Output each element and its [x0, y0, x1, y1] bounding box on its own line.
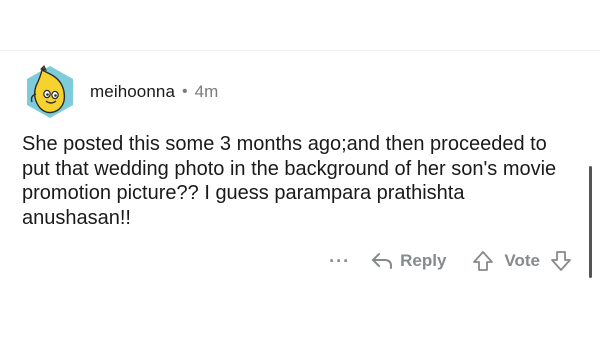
top-divider	[0, 50, 600, 51]
more-options-button[interactable]: ···	[329, 251, 350, 272]
vote-label: Vote	[504, 251, 540, 270]
reply-arrow-icon	[372, 253, 393, 269]
avatar[interactable]	[22, 64, 78, 120]
reply-label: Reply	[400, 251, 447, 270]
scrollbar[interactable]	[589, 166, 592, 278]
downvote-arrow-icon	[551, 251, 571, 271]
timestamp: 4m	[194, 82, 219, 101]
comment-body: She posted this some 3 months ago;and th…	[22, 133, 557, 229]
upvote-button[interactable]	[472, 250, 494, 272]
downvote-button[interactable]	[550, 250, 572, 272]
username[interactable]: meihoonna	[90, 82, 175, 102]
comment-header: meihoonna • 4m	[22, 62, 582, 122]
vote-group: Vote	[472, 250, 572, 272]
upvote-arrow-icon	[473, 251, 494, 271]
reply-button[interactable]: Reply	[370, 250, 446, 272]
comment-actions: ··· Reply Vote	[329, 245, 572, 277]
comment: meihoonna • 4m She posted this some 3 mo…	[22, 62, 582, 230]
meta-separator: •	[182, 83, 188, 100]
